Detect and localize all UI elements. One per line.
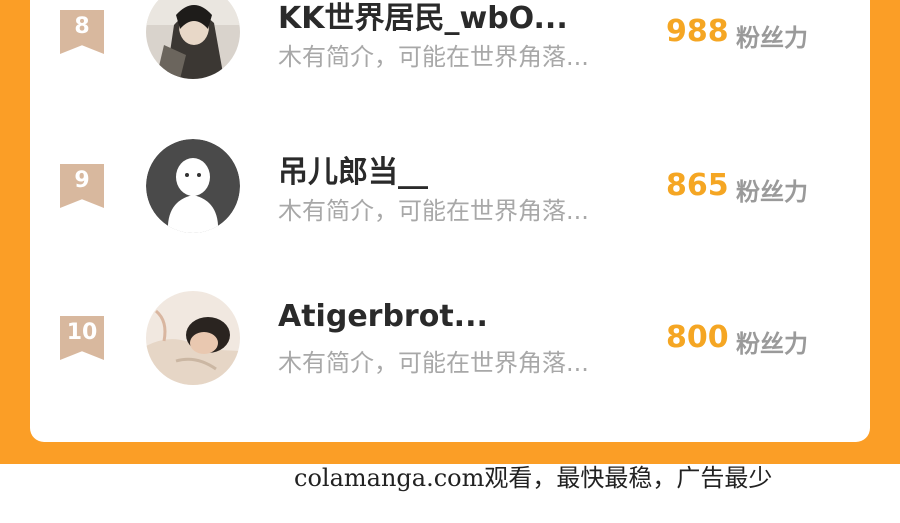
avatar[interactable] <box>146 139 240 233</box>
user-name: KK世界居民_wbO... <box>278 1 568 36</box>
user-bio: 木有简介，可能在世界角落... <box>278 43 589 71</box>
watermark-text: colamanga.com观看，最快最稳，广告最少 <box>294 464 773 492</box>
fan-score-unit: 粉丝力 <box>736 330 808 358</box>
fan-score: 800 <box>666 320 729 355</box>
list-item[interactable]: 9 吊儿郎当__ 木有简介，可能在世界角落... 865 粉丝力 <box>30 130 870 250</box>
rank-badge: 8 <box>60 10 104 54</box>
fan-score-unit: 粉丝力 <box>736 178 808 206</box>
avatar[interactable] <box>146 0 240 79</box>
ranking-card: 8 KK世界居民_wbO... 木有简介，可能在世界角落... 988 粉丝力 … <box>30 0 870 442</box>
list-item[interactable]: 10 Atigerbrot... 木有简介，可能在世界角落... 800 粉丝力 <box>30 282 870 402</box>
avatar[interactable] <box>146 291 240 385</box>
user-name: Atigerbrot... <box>278 299 488 334</box>
fan-score: 865 <box>666 168 729 203</box>
list-item[interactable]: 8 KK世界居民_wbO... 木有简介，可能在世界角落... 988 粉丝力 <box>30 0 870 100</box>
fan-score-unit: 粉丝力 <box>736 24 808 52</box>
rank-badge: 9 <box>60 164 104 208</box>
user-name: 吊儿郎当__ <box>278 155 428 190</box>
user-bio: 木有简介，可能在世界角落... <box>278 349 589 377</box>
user-bio: 木有简介，可能在世界角落... <box>278 197 589 225</box>
rank-badge: 10 <box>60 316 104 360</box>
fan-score: 988 <box>666 14 729 49</box>
